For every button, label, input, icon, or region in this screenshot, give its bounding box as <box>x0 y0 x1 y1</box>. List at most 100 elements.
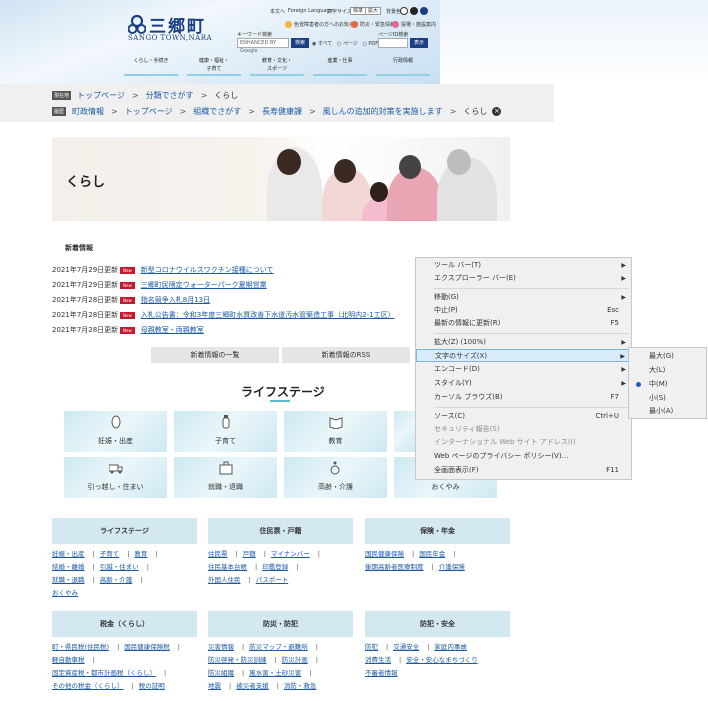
category-link[interactable]: 結婚・離婚 <box>52 563 85 571</box>
category-link[interactable]: その他の税金（くらし） <box>52 682 124 690</box>
category-link[interactable]: 国民健康保険税 <box>124 643 170 651</box>
news-link[interactable]: 三郷町民限定ウォーターパーク夏期営業 <box>141 280 267 290</box>
text-size-largest[interactable]: 最大(G) <box>629 350 706 363</box>
bgcolor-black-button[interactable] <box>410 7 418 15</box>
history-link[interactable]: 長寿健康課 <box>262 106 302 117</box>
category-link[interactable]: 防犯 <box>365 643 378 651</box>
category-link[interactable]: 被災者支援 <box>236 682 269 690</box>
skip-to-content-link[interactable]: 本文へ <box>270 8 285 15</box>
bgcolor-blue-button[interactable] <box>420 7 428 15</box>
menu-item-source[interactable]: ソース(C) Ctrl+U <box>416 410 631 423</box>
tile-moving[interactable]: 引っ越し・住まい <box>64 457 167 498</box>
text-size-smallest[interactable]: 最小(A) <box>629 405 706 418</box>
category-resident[interactable]: 住民票・戸籍 <box>208 518 353 544</box>
category-link[interactable]: 風水害・土砂災害 <box>249 669 301 677</box>
radio-page[interactable]: ○ ページ <box>337 41 358 47</box>
category-link[interactable]: おくやみ <box>52 589 78 597</box>
page-id-input[interactable] <box>378 38 408 48</box>
text-size-smaller[interactable]: 小(S) <box>629 392 706 405</box>
menu-item-text-size[interactable]: 文字のサイズ(X) ▶ <box>416 349 631 362</box>
menu-item-go[interactable]: 移動(G) ▶ <box>416 291 631 304</box>
category-link[interactable]: 高齢・介護 <box>100 576 133 584</box>
search-button[interactable]: 検索 <box>291 38 309 48</box>
category-link[interactable]: 家庭内事故 <box>434 643 467 651</box>
font-large-button[interactable]: 拡大 <box>365 7 382 15</box>
category-link[interactable]: 住民基本台帳 <box>208 563 247 571</box>
nav-industry[interactable]: 産業・仕事 <box>313 56 367 76</box>
site-logo[interactable]: 三郷町 SANGO TOWN,NARA <box>128 12 212 42</box>
category-link[interactable]: 引越・住まい <box>100 563 139 571</box>
category-link[interactable]: 防災啓発・防災訓練 <box>208 656 267 664</box>
font-standard-button[interactable]: 標準 <box>350 7 367 15</box>
menu-item-explorer-bar[interactable]: エクスプローラー バー(E) ▶ <box>416 272 631 285</box>
category-link[interactable]: マイナンバー <box>271 550 310 558</box>
category-link[interactable]: 住民票 <box>208 550 228 558</box>
nav-living[interactable]: くらし・手続き <box>124 56 178 76</box>
bgcolor-white-button[interactable] <box>400 7 408 15</box>
category-link[interactable]: 消防・救急 <box>284 682 317 690</box>
category-link[interactable]: 軽自動車税 <box>52 656 85 664</box>
tile-employment[interactable]: 就職・退職 <box>174 457 277 498</box>
history-link[interactable]: 組織でさがす <box>193 106 241 117</box>
history-link[interactable]: 風しんの追加的対策を実施します <box>323 106 443 117</box>
category-safety[interactable]: 防犯・安全 <box>365 611 510 637</box>
category-link[interactable]: 国民健康保険 <box>365 550 404 558</box>
news-link[interactable]: 新型コロナウイルスワクチン接種について <box>141 265 274 275</box>
category-link[interactable]: 不審者情報 <box>365 669 398 677</box>
office-link[interactable]: 役場・施設案内 <box>392 21 436 28</box>
category-link[interactable]: 防災組織 <box>208 669 234 677</box>
breadcrumb-link[interactable]: トップページ <box>77 90 125 101</box>
text-size-medium[interactable]: 中(M) <box>629 378 706 391</box>
category-link[interactable]: 戸籍 <box>243 550 256 558</box>
history-link[interactable]: トップページ <box>125 106 173 117</box>
category-link[interactable]: 印鑑登録 <box>262 563 288 571</box>
category-link[interactable]: パスポート <box>256 576 289 584</box>
category-link[interactable]: 子育て <box>100 550 120 558</box>
news-link[interactable]: 入札公告書：令和3年度三郷町水質改善下水道汚水管築造工事（北明内2-1工区） <box>141 310 395 320</box>
news-rss-button[interactable]: 新着情報のRSS <box>282 347 410 363</box>
category-link[interactable]: 後期高齢者医療制度 <box>365 563 424 571</box>
category-link[interactable]: 町・県民税(住民税) <box>52 643 109 651</box>
menu-item-style[interactable]: スタイル(Y) ▶ <box>416 377 631 390</box>
dyslexia-link[interactable]: 色覚障害者の方へのお知らせ <box>285 21 359 28</box>
page-id-button[interactable]: 表示 <box>410 38 428 48</box>
tile-education[interactable]: 教育 <box>284 411 387 452</box>
category-link[interactable]: 安全・安心なまちづくり <box>406 656 478 664</box>
keyword-search-input[interactable]: ENHANCED BY Google <box>237 38 289 54</box>
category-link[interactable]: 防災マップ・避難所 <box>249 643 308 651</box>
breadcrumb-link[interactable]: 分類でさがす <box>146 90 194 101</box>
category-link[interactable]: 就職・退職 <box>52 576 85 584</box>
category-tax[interactable]: 税金（くらし） <box>52 611 197 637</box>
news-link[interactable]: 指名競争入札8月13日 <box>141 295 210 305</box>
category-link[interactable]: 防災計画 <box>282 656 308 664</box>
category-link[interactable]: 地震 <box>208 682 221 690</box>
menu-item-stop[interactable]: 中止(P) Esc <box>416 304 631 317</box>
category-insurance[interactable]: 保険・年金 <box>365 518 510 544</box>
disaster-link[interactable]: 防災・緊急情報 <box>351 21 395 28</box>
menu-item-zoom[interactable]: 拡大(Z) (100%) ▶ <box>416 336 631 349</box>
category-link[interactable]: 災害情報 <box>208 643 234 651</box>
nav-education[interactable]: 教育・文化・ スポーツ <box>250 56 304 76</box>
category-link[interactable]: 国民年金 <box>419 550 445 558</box>
tile-pregnancy[interactable]: 妊娠・出産 <box>64 411 167 452</box>
category-link[interactable]: 妊娠・出産 <box>52 550 85 558</box>
menu-item-privacy-policy[interactable]: Web ページのプライバシー ポリシー(V)... <box>416 450 631 463</box>
news-list-button[interactable]: 新着情報の一覧 <box>151 347 279 363</box>
category-link[interactable]: 消費生活 <box>365 656 391 664</box>
menu-item-refresh[interactable]: 最新の情報に更新(R) F5 <box>416 317 631 330</box>
tile-childcare[interactable]: 子育て <box>174 411 277 452</box>
close-icon[interactable]: × <box>492 107 502 116</box>
category-disaster[interactable]: 防災・防犯 <box>208 611 353 637</box>
category-link[interactable]: 固定資産税・都市計画税（くらし） <box>52 669 156 677</box>
menu-item-fullscreen[interactable]: 全画面表示(F) F11 <box>416 464 631 477</box>
category-link[interactable]: 交通安全 <box>393 643 419 651</box>
menu-item-caret-browsing[interactable]: カーソル ブラウズ(B) F7 <box>416 391 631 404</box>
radio-pdf[interactable]: ○ PDF <box>362 41 378 47</box>
nav-health[interactable]: 健康・福祉・ 子育て <box>187 56 241 76</box>
category-link[interactable]: 外国人住民 <box>208 576 241 584</box>
menu-item-encoding[interactable]: エンコード(D) ▶ <box>416 363 631 376</box>
radio-all[interactable]: ◉ すべて <box>312 41 332 47</box>
tile-partial[interactable] <box>394 411 416 452</box>
history-link[interactable]: 町政情報 <box>72 106 104 117</box>
category-link[interactable]: 介護保険 <box>439 563 465 571</box>
